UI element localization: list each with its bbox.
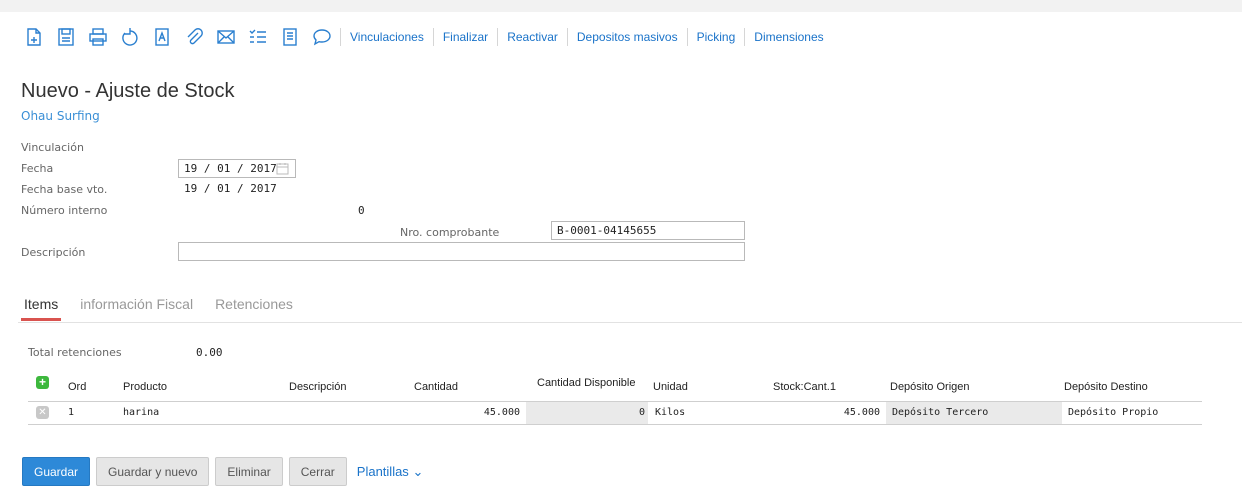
plantillas-dropdown[interactable]: Plantillas ⌄ <box>357 464 424 480</box>
cell-producto[interactable]: harina <box>123 402 159 424</box>
nro-comprobante-value: B-0001-04145655 <box>557 224 657 237</box>
col-deposito-origen: Depósito Origen <box>890 381 970 393</box>
chevron-down-icon: ⌄ <box>412 463 424 479</box>
col-deposito-destino: Depósito Destino <box>1064 381 1148 393</box>
plantillas-label: Plantillas <box>356 463 409 479</box>
email-icon[interactable] <box>210 22 242 52</box>
fecha-base-value: 19 / 01 / 2017 <box>184 182 277 195</box>
eliminar-button[interactable]: Eliminar <box>215 457 283 486</box>
dimensiones-link[interactable]: Dimensiones <box>744 28 832 46</box>
page-title: Nuevo - Ajuste de Stock <box>21 80 235 102</box>
print-icon[interactable] <box>82 22 114 52</box>
tabs-divider <box>18 322 1242 323</box>
tab-informacion-fiscal[interactable]: información Fiscal <box>77 294 196 321</box>
nro-comprobante-label: Nro. comprobante <box>400 226 500 239</box>
new-document-icon[interactable] <box>18 22 50 52</box>
comment-icon[interactable] <box>306 22 338 52</box>
cell-deposito-origen[interactable]: Depósito Tercero <box>886 402 1062 424</box>
action-buttons: Guardar Guardar y nuevo Eliminar Cerrar … <box>22 457 423 486</box>
vinculaciones-link[interactable]: Vinculaciones <box>340 28 433 46</box>
col-ord: Ord <box>68 381 87 393</box>
numero-interno-value: 0 <box>358 204 365 217</box>
col-cantidad: Cantidad <box>414 381 459 393</box>
notes-icon[interactable] <box>274 22 306 52</box>
cell-cantidad[interactable]: 45.000 <box>388 402 523 424</box>
guardar-y-nuevo-button[interactable]: Guardar y nuevo <box>96 457 210 486</box>
delete-row-icon[interactable]: ✕ <box>36 406 49 419</box>
col-descripcion: Descripción <box>289 381 347 393</box>
table-row[interactable]: ✕ 1 harina 45.000 0 Kilos 45.000 Depósit… <box>28 402 1202 424</box>
attachment-icon[interactable] <box>178 22 210 52</box>
col-producto: Producto <box>123 381 168 393</box>
fecha-label: Fecha <box>21 162 54 175</box>
add-row-icon[interactable]: + <box>36 376 49 389</box>
calendar-icon[interactable] <box>276 162 289 175</box>
cell-disponible: 0 <box>526 402 648 424</box>
vinculacion-label: Vinculación <box>21 141 84 154</box>
toolbar-links: Vinculaciones Finalizar Reactivar Deposi… <box>340 28 833 46</box>
company-link[interactable]: Ohau Surfing <box>21 109 100 123</box>
finalizar-link[interactable]: Finalizar <box>432 28 497 46</box>
save-icon[interactable] <box>50 22 82 52</box>
total-retenciones-label: Total retenciones <box>28 346 122 359</box>
tab-items[interactable]: Items <box>21 294 62 321</box>
col-cantidad-disponible: Cantidad Disponible <box>537 377 636 389</box>
col-unidad: Unidad <box>653 381 688 393</box>
descripcion-input[interactable] <box>178 242 745 261</box>
fecha-base-label: Fecha base vto. <box>21 183 108 196</box>
tabs: Items información Fiscal Retenciones <box>21 294 312 321</box>
cerrar-button[interactable]: Cerrar <box>288 457 347 486</box>
depositos-masivos-link[interactable]: Depositos masivos <box>566 28 687 46</box>
guardar-button[interactable]: Guardar <box>22 457 91 486</box>
text-field-icon[interactable] <box>146 22 178 52</box>
toolbar: Vinculaciones Finalizar Reactivar Deposi… <box>18 22 833 52</box>
grid-bottom-line <box>28 424 1202 425</box>
reactivar-link[interactable]: Reactivar <box>497 28 567 46</box>
fecha-input[interactable]: 19 / 01 / 2017 <box>178 159 296 178</box>
picking-link[interactable]: Picking <box>686 28 745 46</box>
undo-icon[interactable] <box>114 22 146 52</box>
top-strip <box>0 0 1242 12</box>
fecha-value: 19 / 01 / 2017 <box>184 162 277 175</box>
checklist-icon[interactable] <box>242 22 274 52</box>
cell-stock: 45.000 <box>843 407 880 418</box>
cell-deposito-destino[interactable]: Depósito Propio <box>1068 402 1158 424</box>
col-stock: Stock:Cant.1 <box>773 381 836 393</box>
numero-interno-label: Número interno <box>21 204 108 217</box>
cell-unidad: Kilos <box>655 407 686 418</box>
descripcion-label: Descripción <box>21 246 86 259</box>
nro-comprobante-input[interactable]: B-0001-04145655 <box>551 221 745 240</box>
cell-ord: 1 <box>68 407 75 418</box>
tab-retenciones[interactable]: Retenciones <box>212 294 296 321</box>
total-retenciones-value: 0.00 <box>196 346 223 359</box>
